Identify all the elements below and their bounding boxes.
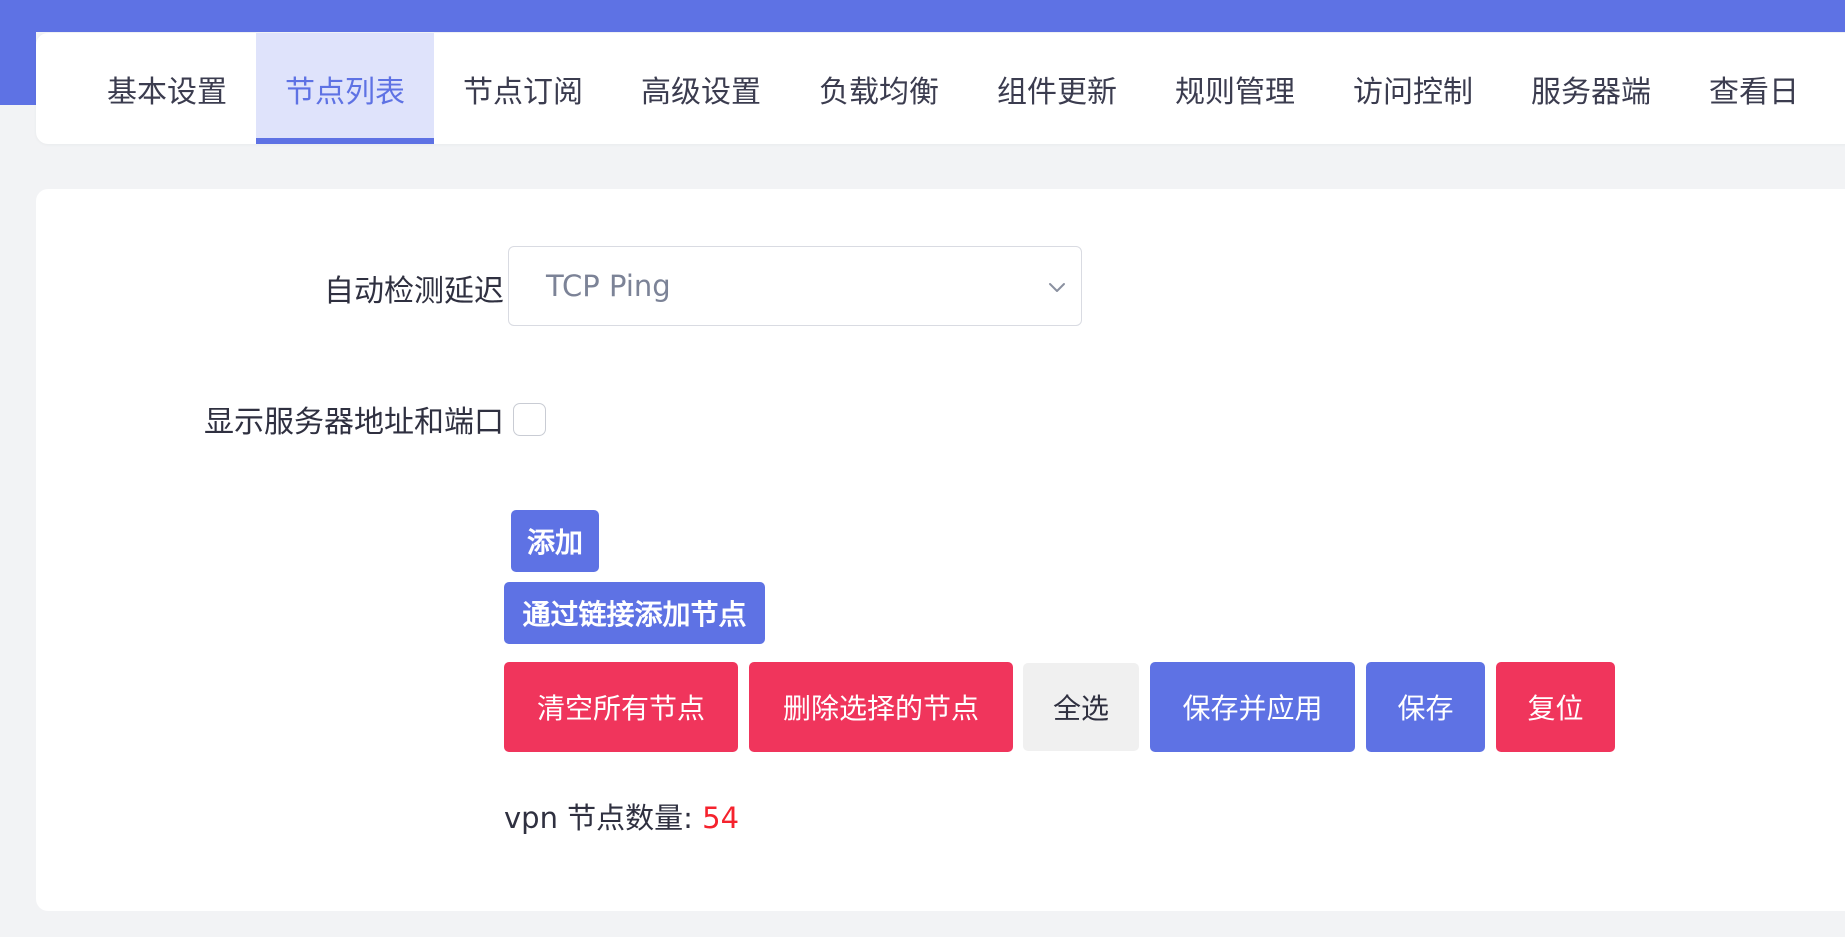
tab-basic-settings[interactable]: 基本设置 xyxy=(78,33,256,144)
tab-access-control[interactable]: 访问控制 xyxy=(1324,33,1502,144)
sidebar-edge xyxy=(0,32,36,105)
save-and-apply-button[interactable]: 保存并应用 xyxy=(1150,662,1355,752)
node-count-label: vpn 节点数量: xyxy=(504,801,703,835)
tab-rule-management[interactable]: 规则管理 xyxy=(1146,33,1324,144)
chevron-down-icon xyxy=(1049,283,1065,292)
node-count-line: vpn 节点数量: 54 xyxy=(504,795,739,837)
tabs-card: 基本设置 节点列表 节点订阅 高级设置 负载均衡 组件更新 规则管理 访问控制 … xyxy=(36,33,1845,144)
tab-node-list[interactable]: 节点列表 xyxy=(256,33,434,144)
add-button[interactable]: 添加 xyxy=(511,510,599,572)
save-button[interactable]: 保存 xyxy=(1366,662,1485,752)
tab-load-balancing[interactable]: 负载均衡 xyxy=(790,33,968,144)
clear-all-nodes-button[interactable]: 清空所有节点 xyxy=(504,662,738,752)
tab-advanced-settings[interactable]: 高级设置 xyxy=(612,33,790,144)
tab-server-side[interactable]: 服务器端 xyxy=(1502,33,1680,144)
show-server-address-checkbox[interactable] xyxy=(513,403,546,436)
node-count-value: 54 xyxy=(702,801,740,835)
tab-bar: 基本设置 节点列表 节点订阅 高级设置 负载均衡 组件更新 规则管理 访问控制 … xyxy=(36,33,1845,144)
tab-node-subscription[interactable]: 节点订阅 xyxy=(434,33,612,144)
delete-selected-nodes-button[interactable]: 删除选择的节点 xyxy=(749,662,1013,752)
reset-button[interactable]: 复位 xyxy=(1496,662,1615,752)
tab-component-update[interactable]: 组件更新 xyxy=(968,33,1146,144)
select-all-button[interactable]: 全选 xyxy=(1023,663,1139,751)
latency-check-value: TCP Ping xyxy=(546,269,671,303)
add-node-by-link-button[interactable]: 通过链接添加节点 xyxy=(504,582,765,644)
latency-check-label: 自动检测延迟 xyxy=(324,274,504,309)
show-server-address-label: 显示服务器地址和端口 xyxy=(204,405,504,440)
node-list-panel: 自动检测延迟 TCP Ping 显示服务器地址和端口 添加 通过链接添加节点 清… xyxy=(36,189,1845,911)
tab-view-logs[interactable]: 查看日 xyxy=(1680,33,1828,144)
latency-check-select[interactable]: TCP Ping xyxy=(508,246,1082,326)
